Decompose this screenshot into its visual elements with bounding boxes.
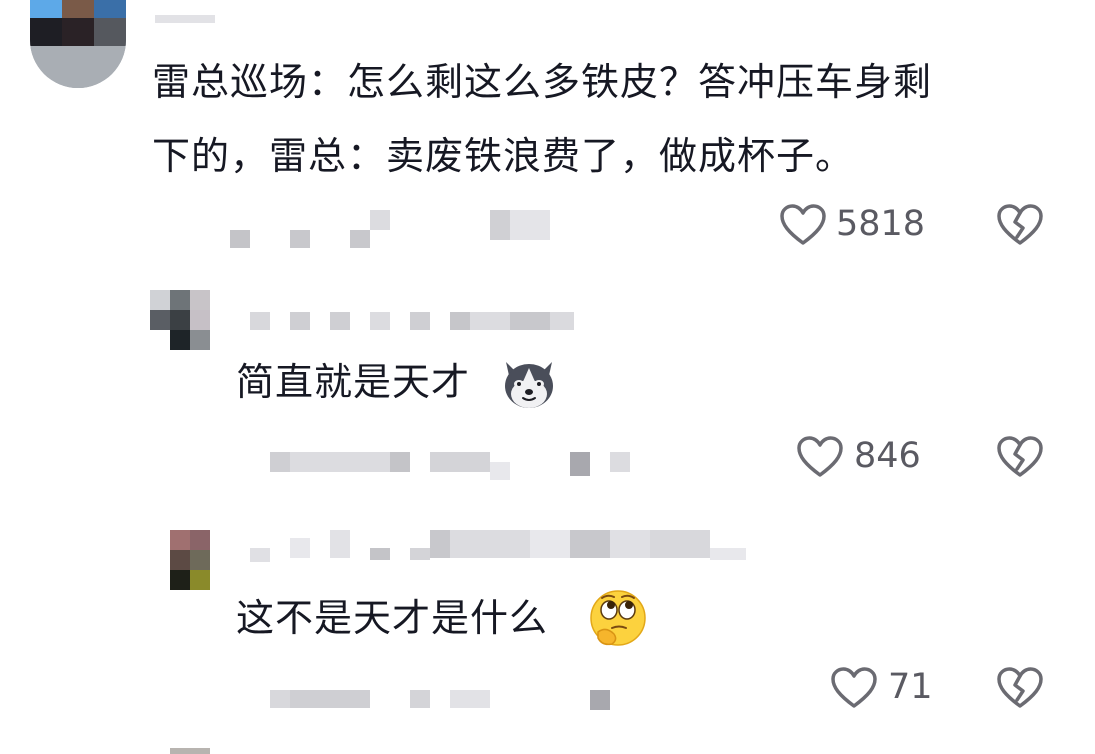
heart-outline-icon[interactable] <box>797 436 843 478</box>
thinking-eye-roll-emoji <box>590 590 646 646</box>
comment-text: 下的，雷总：卖废铁浪费了，做成杯子。 <box>152 134 855 178</box>
husky-dog-emoji <box>505 362 553 408</box>
avatar[interactable] <box>30 0 126 88</box>
avatar[interactable] <box>150 290 210 350</box>
like-count: 5818 <box>836 204 926 244</box>
comment-text: 简直就是天才 <box>236 360 471 404</box>
broken-heart-icon[interactable] <box>997 667 1043 709</box>
heart-outline-icon[interactable] <box>780 204 826 246</box>
broken-heart-icon[interactable] <box>997 204 1043 246</box>
like-count: 846 <box>854 436 921 476</box>
broken-heart-icon[interactable] <box>997 436 1043 478</box>
username-blurred[interactable] <box>155 15 215 23</box>
comment-text: 雷总巡场：怎么剩这么多铁皮？答冲压车身剩 <box>152 60 933 104</box>
like-count: 71 <box>888 667 933 707</box>
avatar[interactable] <box>170 530 210 590</box>
avatar[interactable] <box>170 748 210 754</box>
comment-text: 这不是天才是什么 <box>236 596 549 640</box>
heart-outline-icon[interactable] <box>831 667 877 709</box>
